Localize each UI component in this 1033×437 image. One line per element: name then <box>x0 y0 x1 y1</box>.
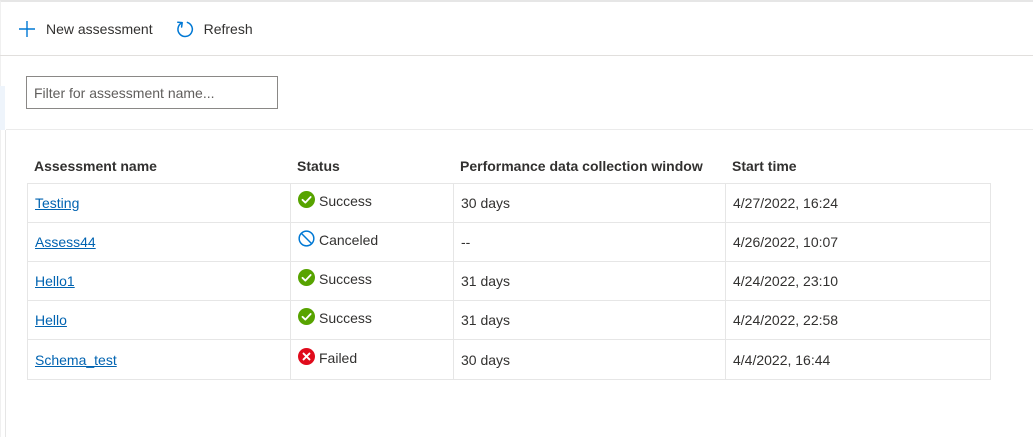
assessment-name-link[interactable]: Testing <box>35 195 79 211</box>
table-row[interactable]: Testing Success 30 days 4/27/2022, 16:24 <box>28 184 990 223</box>
failed-x-icon <box>298 347 319 368</box>
success-check-icon <box>298 191 319 211</box>
canceled-icon <box>298 230 319 250</box>
status-badge: Canceled <box>298 230 378 250</box>
new-assessment-button[interactable]: New assessment <box>17 19 153 39</box>
success-check-icon <box>298 269 319 289</box>
start-time-cell: 4/26/2022, 10:07 <box>733 234 839 250</box>
status-text: Success <box>319 271 372 287</box>
assessments-table: Assessment name Status Performance data … <box>27 149 991 380</box>
status-badge: Success <box>298 191 372 211</box>
status-cell: Success <box>291 262 454 300</box>
status-text: Canceled <box>319 232 379 248</box>
collection-window-cell: 30 days <box>454 184 726 222</box>
collection-window-cell: 31 days <box>454 301 726 339</box>
start-time-cell: 4/27/2022, 16:24 <box>733 195 839 211</box>
status-badge: Success <box>298 308 372 328</box>
assessment-name-cell: Testing <box>28 184 291 222</box>
start-time-cell: 4/24/2022, 22:58 <box>733 312 839 328</box>
filter-area <box>6 56 1033 130</box>
collection-window-cell: -- <box>454 223 726 261</box>
refresh-button[interactable]: Refresh <box>175 19 253 39</box>
start-time-cell: 4/24/2022, 23:10 <box>733 273 839 289</box>
filter-assessment-input[interactable] <box>26 76 278 109</box>
assessment-name-link[interactable]: Assess44 <box>35 234 96 250</box>
status-cell: Success <box>291 301 454 339</box>
status-text: Failed <box>319 349 358 366</box>
status-text: Success <box>319 193 372 209</box>
left-divider <box>5 130 6 437</box>
column-header-assessment-name[interactable]: Assessment name <box>27 158 290 174</box>
status-badge: Failed <box>298 347 358 368</box>
start-time-cell: 4/4/2022, 16:44 <box>733 351 831 368</box>
table-row[interactable]: Assess44 Canceled -- 4/26/2022, 10:07 <box>28 223 990 262</box>
column-header-start-time[interactable]: Start time <box>725 158 989 174</box>
assessment-name-cell: Hello1 <box>28 262 291 300</box>
left-nav-accent <box>0 86 5 130</box>
new-assessment-label: New assessment <box>46 20 153 37</box>
table-header: Assessment name Status Performance data … <box>27 149 991 184</box>
status-cell: Canceled <box>291 223 454 261</box>
plus-icon <box>17 19 37 39</box>
table-row[interactable]: Schema_test Failed 30 days 4/4/2022, 16:44 <box>28 340 990 379</box>
status-cell: Success <box>291 184 454 222</box>
collection-window-cell: 30 days <box>454 340 726 379</box>
assessment-name-cell: Hello <box>28 301 291 339</box>
table-body: Testing Success 30 days 4/27/2022, 16:24 Ass… <box>27 184 991 380</box>
column-header-status[interactable]: Status <box>290 158 453 174</box>
assessment-name-cell: Assess44 <box>28 223 291 261</box>
status-text: Success <box>319 310 372 326</box>
table-row[interactable]: Hello1 Success 31 days 4/24/2022, 23:10 <box>28 262 990 301</box>
assessment-name-link[interactable]: Hello <box>35 312 67 328</box>
refresh-label: Refresh <box>203 20 253 37</box>
assessment-name-cell: Schema_test <box>28 340 291 379</box>
status-badge: Success <box>298 269 372 289</box>
collection-window-cell: 31 days <box>454 262 726 300</box>
command-bar: New assessment Refresh <box>0 2 1033 56</box>
status-cell: Failed <box>291 340 454 379</box>
column-header-collection-window[interactable]: Performance data collection window <box>453 158 725 174</box>
success-check-icon <box>298 308 319 328</box>
assessment-name-link[interactable]: Schema_test <box>35 352 117 368</box>
table-row[interactable]: Hello Success 31 days 4/24/2022, 22:58 <box>28 301 990 340</box>
refresh-icon <box>175 19 195 39</box>
assessment-name-link[interactable]: Hello1 <box>35 273 75 289</box>
